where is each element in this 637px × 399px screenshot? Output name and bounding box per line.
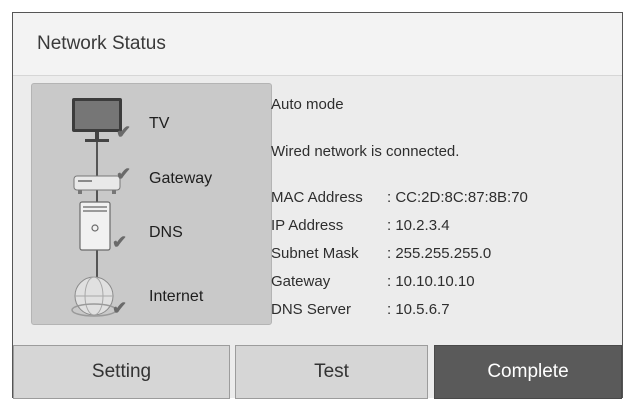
info-key: Subnet Mask bbox=[271, 245, 359, 262]
info-key: DNS Server bbox=[271, 301, 352, 318]
network-status-dialog: Network Status ✔ TV ✔ Gateway ✔ DNS ✔ In… bbox=[12, 12, 623, 399]
diagram-label-internet: Internet bbox=[149, 288, 204, 305]
complete-button[interactable]: Complete bbox=[434, 345, 622, 399]
dialog-header: Network Status bbox=[13, 13, 622, 76]
checkmark-icon: ✔ bbox=[116, 122, 132, 142]
dialog-title: Network Status bbox=[37, 33, 166, 54]
info-value: : CC:2D:8C:87:8B:70 bbox=[387, 189, 528, 206]
info-value: : 10.5.6.7 bbox=[387, 301, 450, 318]
diagram-label-dns: DNS bbox=[149, 224, 183, 241]
setting-button[interactable]: Setting bbox=[13, 345, 230, 399]
checkmark-icon: ✔ bbox=[112, 232, 128, 252]
connection-message: Wired network is connected. bbox=[271, 143, 460, 160]
info-value: : 255.255.255.0 bbox=[387, 245, 492, 262]
test-button[interactable]: Test bbox=[235, 345, 428, 399]
info-value: : 10.10.10.10 bbox=[387, 273, 475, 290]
info-key: IP Address bbox=[271, 217, 344, 234]
diagram-label-tv: TV bbox=[149, 115, 170, 132]
info-value: : 10.2.3.4 bbox=[387, 217, 450, 234]
checkmark-icon: ✔ bbox=[116, 164, 132, 184]
info-key: Gateway bbox=[271, 273, 331, 290]
info-key: MAC Address bbox=[271, 189, 363, 206]
network-diagram: ✔ TV ✔ Gateway ✔ DNS ✔ Internet bbox=[31, 83, 272, 325]
connection-mode: Auto mode bbox=[271, 96, 344, 113]
diagram-label-gateway: Gateway bbox=[149, 170, 213, 187]
checkmark-icon: ✔ bbox=[112, 298, 128, 318]
